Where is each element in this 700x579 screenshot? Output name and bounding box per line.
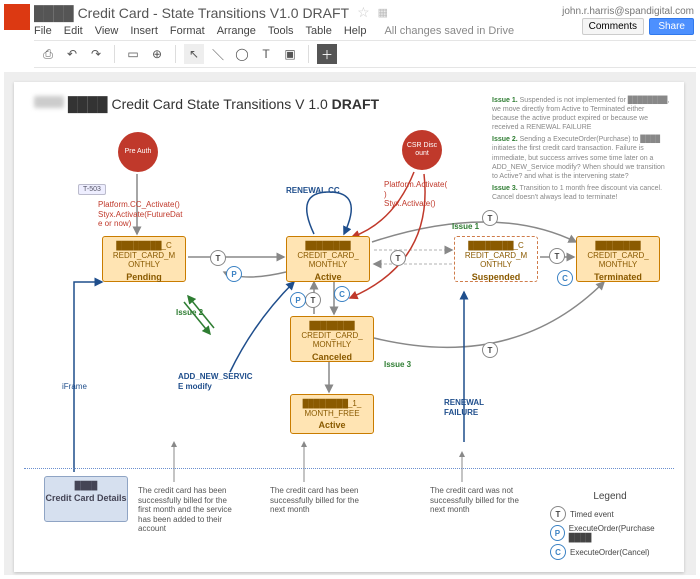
iframe-label: iFrame	[62, 382, 87, 392]
issue3-label: Issue 3	[384, 360, 411, 370]
drawing-canvas[interactable]: xxxx ████ Credit Card State Transitions …	[14, 82, 684, 572]
pill-t: T	[210, 250, 226, 266]
state-ccdetails[interactable]: ████Credit Card Details	[44, 476, 128, 522]
pill-t2: T	[390, 250, 406, 266]
menu-edit[interactable]: Edit	[64, 25, 83, 37]
renewal-failure-label: RENEWAL FAILURE	[444, 398, 484, 417]
zoom-icon[interactable]: ⊕	[147, 44, 167, 64]
undo-icon[interactable]: ↶	[62, 44, 82, 64]
note-1: The credit card has been successfully bi…	[138, 486, 238, 534]
menu-format[interactable]: Format	[170, 25, 205, 37]
state-monthfree[interactable]: ████████_1_ MONTH_FREEActive	[290, 394, 374, 434]
fit-icon[interactable]: ▭	[123, 44, 143, 64]
pill-c: C	[334, 286, 350, 302]
comments-button[interactable]: Comments	[582, 18, 644, 35]
issues-panel: Issue 1. Suspended is not implemented fo…	[492, 96, 672, 202]
state-canceled[interactable]: ████████ CREDIT_CARD_ MONTHLYCanceled	[290, 316, 374, 362]
user-email[interactable]: john.r.harris@spandigital.com	[562, 6, 694, 17]
redo-icon[interactable]: ↷	[86, 44, 106, 64]
legend: Legend TTimed event PExecuteOrder(Purcha…	[550, 491, 670, 562]
pill-t6: T	[482, 210, 498, 226]
preauth-circle[interactable]: Pre Auth	[118, 132, 158, 172]
share-button[interactable]: Share	[649, 18, 694, 35]
divider-line	[24, 468, 674, 469]
menu-arrange[interactable]: Arrange	[217, 25, 256, 37]
star-icon[interactable]: ☆	[357, 4, 370, 21]
state-terminated[interactable]: ████████ CREDIT_CARD_ MONTHLYTerminated	[576, 236, 660, 282]
pill-p: P	[226, 266, 242, 282]
note-2: The credit card has been successfully bi…	[270, 486, 360, 515]
issue2-label: Issue 2	[176, 308, 203, 318]
state-suspended[interactable]: ████████_C REDIT_CARD_M ONTHLYSuspended	[454, 236, 538, 282]
pill-t5: T	[482, 342, 498, 358]
doc-title[interactable]: ████ Credit Card - State Transitions V1.…	[34, 5, 349, 21]
platform-activate-label: Platform.Activate( ) Styx.Activate()	[384, 180, 474, 209]
note-3: The credit card was not successfully bil…	[430, 486, 520, 515]
menu-table[interactable]: Table	[306, 25, 332, 37]
app-logo	[4, 4, 30, 30]
state-active[interactable]: ████████ CREDIT_CARD_ MONTHLYActive	[286, 236, 370, 282]
pill-p2: P	[290, 292, 306, 308]
shape-icon[interactable]: ◯	[232, 44, 252, 64]
more-icon[interactable]: ＋	[317, 44, 337, 64]
text-icon[interactable]: T	[256, 44, 276, 64]
cc-activate-label: Platform.CC_Activate() Styx.Activate(Fut…	[98, 200, 208, 229]
pill-c2: C	[557, 270, 573, 286]
renewal-cc-label: RENEWAL CC	[286, 186, 340, 196]
issue1-label: Issue 1	[452, 222, 479, 232]
pill-t4: T	[305, 292, 321, 308]
print-icon[interactable]: ⎙	[38, 44, 58, 64]
menu-view[interactable]: View	[95, 25, 119, 37]
page-title: xxxx ████ Credit Card State Transitions …	[34, 96, 379, 112]
image-icon[interactable]: ▣	[280, 44, 300, 64]
tag-t503[interactable]: T-503	[78, 184, 106, 195]
pointer-icon[interactable]: ↖	[184, 44, 204, 64]
menu-help[interactable]: Help	[344, 25, 367, 37]
csr-circle[interactable]: CSR Disc ount	[402, 130, 442, 170]
toolbar: ⎙ ↶ ↷ ▭ ⊕ ↖ ＼ ◯ T ▣ ＋	[34, 40, 696, 68]
state-pending[interactable]: ████████_C REDIT_CARD_M ONTHLYPending	[102, 236, 186, 282]
add-new-label: ADD_NEW_SERVIC E modify	[178, 372, 253, 391]
pill-t3: T	[549, 248, 565, 264]
menu-file[interactable]: File	[34, 25, 52, 37]
menu-insert[interactable]: Insert	[130, 25, 158, 37]
save-status: All changes saved in Drive	[384, 25, 514, 37]
line-icon[interactable]: ＼	[208, 44, 228, 64]
menu-tools[interactable]: Tools	[268, 25, 294, 37]
folder-icon[interactable]: ▦	[378, 6, 388, 19]
